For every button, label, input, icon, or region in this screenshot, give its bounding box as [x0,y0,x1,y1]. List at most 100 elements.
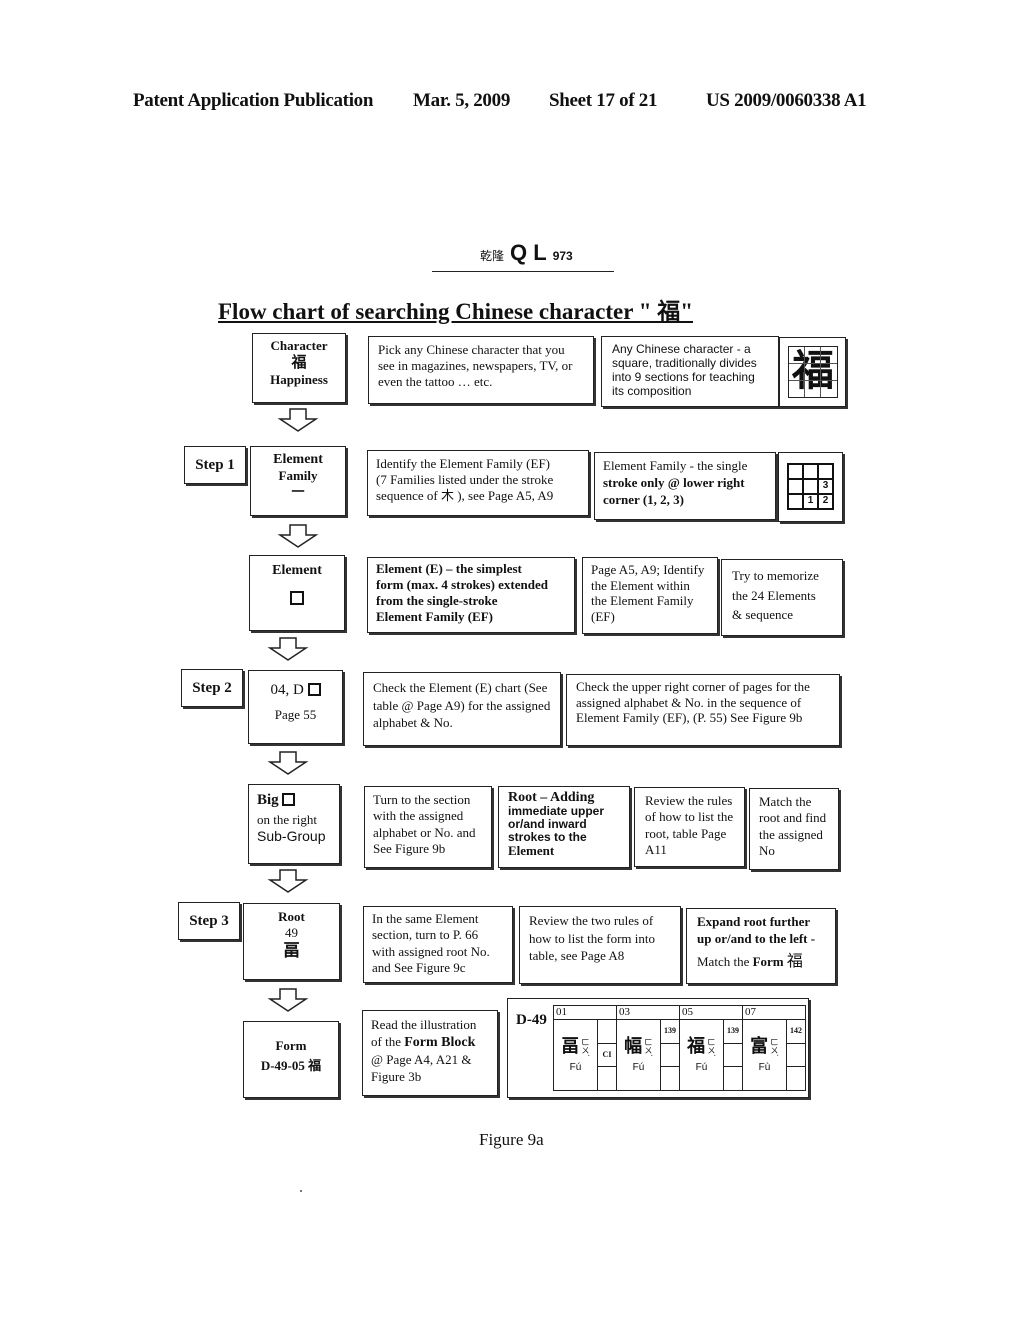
grid-cell [788,464,803,479]
form-block-label: Form Block [404,1034,476,1050]
desc-turn-to-section: Turn to the section with the assigned al… [364,786,492,868]
node-root: Root 49 畐 [243,903,340,980]
grid-cell: 3 [818,479,833,494]
element-square-icon [290,591,304,606]
desc-memorize-elements: Try to memorize the 24 Elements & sequen… [721,559,843,636]
grid-cell [803,479,818,494]
form-entry-bopomofo: ㄈㄨˊ [643,1037,653,1057]
grid-cell [788,494,803,509]
form-entry-pinyin: Fú [695,1061,708,1073]
form-entry-side-cell [598,1067,616,1090]
grid-cell: 1 [803,494,818,509]
form-entry-side-cell [661,1044,679,1068]
publication-label: Patent Application Publication [133,90,374,111]
form-entry-char: 畐 [561,1035,580,1056]
node-root-number: 49 [285,924,298,940]
node-form-code: D-49-05 福 [260,1057,322,1073]
down-arrow-icon [267,988,309,1012]
form-entry-number: 07 [743,1006,805,1020]
desc-same-element-section: In the same Element section, turn to P. … [363,906,513,983]
step-1-label: Step 1 [184,446,246,484]
form-entry-bopomofo: ㄈㄨˊ [580,1037,590,1057]
grid-cell [788,479,803,494]
form-table-block: D-49 01 畐ㄈㄨˊ Fú CI 03 幅ㄈㄨˊ Fú 139 05 福ㄈㄨˊ Fú 139 07 富… [507,998,809,1098]
character-9-section-grid: 福 [788,346,838,398]
node-element: Element [249,555,345,631]
down-arrow-icon [277,524,319,548]
node-element-code: 04, D Page 55 [248,670,343,744]
patent-number: US 2009/0060338 A1 [706,90,867,111]
form-entry-bopomofo: ㄈㄨˊ [706,1037,716,1057]
desc-pick-character: Pick any Chinese character that you see … [368,336,594,404]
form-entry-bopomofo: ㄈㄨˋ [769,1037,779,1057]
desc-identify-element: Page A5, A9; Identify the Element within… [582,557,718,634]
node-label: Element [273,452,323,467]
logo-divider [432,271,614,272]
desc-line: Identify the Element Family (EF) [376,456,551,471]
node-label: Form [275,1038,307,1053]
desc-line: Try to memorize [732,568,819,583]
logo-chinese: 乾隆 [480,249,505,263]
desc-square-composition: Any Chinese character - a square, tradit… [601,336,779,407]
node-group-label: Sub-Group [257,828,326,845]
node-char: 畐 [283,940,300,960]
node-sublabel: Family [278,468,318,484]
element-square-icon [307,683,321,696]
ql-logo: 乾隆 Q L 973 [480,240,573,266]
stroke-position-grid-box: 312 [778,452,843,522]
form-entry-char: 富 [750,1035,769,1056]
step-3-label: Step 3 [178,902,240,940]
figure-caption: Figure 9a [479,1130,544,1149]
down-arrow-icon [267,751,309,775]
form-table-row: 01 畐ㄈㄨˊ Fú CI 03 幅ㄈㄨˊ Fú 139 05 福ㄈㄨˊ Fú 139 07 富ㄈㄨˋ Fù… [553,1005,806,1091]
grid-cell: 2 [818,494,833,509]
node-label: 04, D [270,682,304,698]
form-entry-pinyin: Fú [632,1061,645,1073]
element-square-icon [282,793,296,806]
grid-cell [803,464,818,479]
form-table: 01 畐ㄈㄨˊ Fú CI 03 幅ㄈㄨˊ Fú 139 05 福ㄈㄨˊ Fú 139 07 富ㄈㄨˋ Fù… [553,1005,806,1091]
node-sublabel: on the right [257,812,317,828]
page-title: Flow chart of searching Chinese characte… [218,299,694,324]
form-entry-char: 幅 [624,1035,643,1056]
node-character: Character 福 Happiness [252,333,346,403]
down-arrow-icon [267,637,309,661]
desc-line: @ Page A4, A21 & Figure 3b [371,1052,472,1084]
form-entry: 07 富ㄈㄨˋ Fù 142 [742,1005,806,1091]
desc-match-root: Match the root and find the assigned No [749,788,839,870]
stroke-position-grid: 312 [787,463,834,510]
form-entry-side-cell [724,1044,742,1068]
form-entry-side-cell [787,1067,805,1090]
down-arrow-icon [267,869,309,893]
desc-line: stroke only @ lower right [603,474,745,490]
desc-read-form-block: Read the illustration of the Form Block … [362,1010,498,1096]
node-sub-group: Big on the right Sub-Group [248,784,340,864]
character-grid-image: 福 [779,337,846,407]
desc-line: Element (E) – the simplest [376,561,522,576]
node-char: 一 [291,483,305,499]
desc-line: (7 Families listed under the stroke [376,471,554,487]
node-form: Form D-49-05 福 [243,1021,339,1098]
desc-single-stroke: Element Family - the single stroke only … [594,452,776,520]
scan-speck [300,1190,302,1192]
form-entry-side-cell: 139 [661,1020,679,1044]
form-char: 福 [786,952,803,970]
form-entry-side-cell [724,1067,742,1090]
form-entry-number: 01 [554,1006,616,1020]
form-entry: 03 幅ㄈㄨˊ Fú 139 [616,1005,680,1091]
desc-line: immediate upper or/and inward strokes to… [508,804,605,845]
node-label: Character [270,338,328,353]
desc-review-form-rules: Review the two rules of how to list the … [519,906,681,984]
form-table-label: D-49 [516,1012,547,1028]
desc-line: Element Family (EF) [376,608,493,624]
form-entry-side-cell: 139 [724,1020,742,1044]
form-entry: 05 福ㄈㄨˊ Fú 139 [679,1005,743,1091]
form-entry-side-cell [661,1067,679,1090]
node-label: Root [278,909,305,924]
desc-line: from the single-stroke [376,592,498,608]
desc-line: form (max. 4 strokes) extended [376,576,548,592]
desc-line: Match the [697,953,750,969]
desc-check-element-chart: Check the Element (E) chart (See table @… [363,672,561,746]
desc-line: Root – Adding [508,790,595,805]
desc-identify-element-family: Identify the Element Family (EF) (7 Fami… [367,450,589,516]
